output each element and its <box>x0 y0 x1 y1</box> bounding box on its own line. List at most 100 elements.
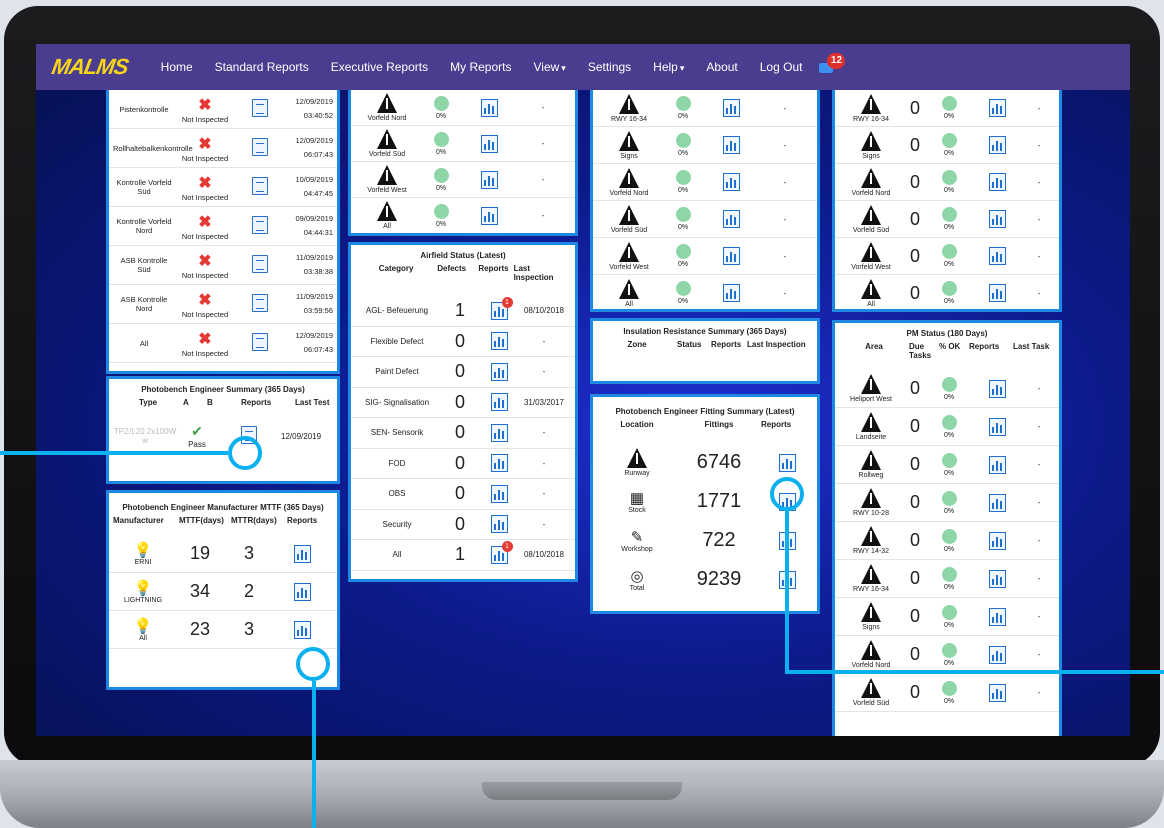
report-chart-icon[interactable] <box>778 453 796 472</box>
report-chart-icon[interactable] <box>988 455 1006 474</box>
inspection-row[interactable]: ASB Kontrolle Süd ✖ Not Inspected 11/09/201… <box>109 246 337 285</box>
inspection-row[interactable]: Rollhaltebalkenkontrolle ✖ Not Inspected 12… <box>109 129 337 168</box>
nav-executive-reports[interactable]: Executive Reports <box>331 60 428 74</box>
area-row[interactable]: RWY 10-28 0 0% - <box>835 484 1059 522</box>
inspection-row[interactable]: ASB Kontrolle Nord ✖ Not Inspected 11/09/20… <box>109 285 337 324</box>
report-chart-icon[interactable] <box>293 620 311 639</box>
area-row[interactable]: Vorfeld West 0% - <box>351 162 575 198</box>
area-report-button[interactable] <box>971 379 1023 398</box>
airfield-row[interactable]: OBS 0 - <box>351 479 575 510</box>
area-row[interactable]: Signs 0 0% - <box>835 598 1059 636</box>
area-report-button[interactable] <box>971 247 1023 265</box>
area-report-button[interactable] <box>971 455 1023 474</box>
nav-help[interactable]: Help ▾ <box>653 60 684 74</box>
airfield-row[interactable]: SEN- Sensorik 0 - <box>351 418 575 449</box>
airfield-report-button[interactable] <box>481 515 517 534</box>
report-chart-icon[interactable] <box>480 98 498 117</box>
airfield-row[interactable]: SIG- Signalisation 0 31/03/2017 <box>351 388 575 418</box>
area-report-button[interactable] <box>971 645 1023 664</box>
report-chart-icon[interactable] <box>722 210 740 228</box>
nav-home[interactable]: Home <box>161 60 193 74</box>
airfield-row[interactable]: All 1 1 08/10/2018 <box>351 540 575 571</box>
area-row[interactable]: RWY 14-32 0 0% - <box>835 522 1059 560</box>
area-report-button[interactable] <box>463 206 515 225</box>
fitting-row[interactable]: Runway 6746 <box>593 443 817 482</box>
area-report-button[interactable] <box>971 99 1023 117</box>
area-row[interactable]: All 0% - <box>593 275 817 309</box>
area-report-button[interactable] <box>971 569 1023 588</box>
area-report-button[interactable] <box>705 210 757 228</box>
airfield-row[interactable]: Flexible Defect 0 - <box>351 327 575 357</box>
inspection-row[interactable]: Kontrolle Vorfeld Süd ✖ Not Inspected 10/09… <box>109 168 337 207</box>
report-chart-icon[interactable] <box>490 332 508 351</box>
inspection-report-button[interactable] <box>235 216 285 236</box>
report-chart-icon[interactable] <box>490 393 508 412</box>
area-report-button[interactable] <box>463 134 515 153</box>
area-report-button[interactable] <box>971 210 1023 228</box>
fitting-row[interactable]: ◎ Total 9239 <box>593 560 817 599</box>
mttf-row[interactable]: 💡 LIGHTNING 34 2 <box>109 573 337 611</box>
area-report-button[interactable] <box>971 607 1023 626</box>
report-chart-icon[interactable] <box>722 173 740 191</box>
airfield-report-button[interactable]: 1 <box>481 540 517 564</box>
area-row[interactable]: Signs 0% - <box>593 127 817 164</box>
inspection-report-button[interactable] <box>235 294 285 314</box>
report-chart-icon[interactable] <box>988 531 1006 550</box>
fitting-row[interactable]: ✎ Workshop 722 <box>593 521 817 560</box>
report-chart-icon[interactable] <box>988 136 1006 154</box>
report-chart-icon[interactable] <box>988 247 1006 265</box>
airfield-report-button[interactable] <box>481 423 517 442</box>
area-report-button[interactable] <box>971 136 1023 154</box>
area-row[interactable]: Vorfeld Nord 0 0% - <box>835 636 1059 674</box>
report-chart-icon[interactable] <box>480 206 498 225</box>
area-row[interactable]: Vorfeld Süd 0% - <box>351 126 575 162</box>
report-chart-icon[interactable] <box>490 484 508 503</box>
report-chart-icon[interactable] <box>988 607 1006 626</box>
report-chart-icon[interactable] <box>988 99 1006 117</box>
inspection-report-button[interactable] <box>235 333 285 353</box>
inspection-row[interactable]: Kontrolle Vorfeld Nord ✖ Not Inspected 09/0… <box>109 207 337 246</box>
report-chart-icon[interactable]: 1 <box>490 296 513 320</box>
report-chart-icon[interactable]: 1 <box>490 540 513 564</box>
area-report-button[interactable] <box>971 493 1023 512</box>
airfield-row[interactable]: AGL- Befeuerung 1 1 08/10/2018 <box>351 296 575 327</box>
report-chart-icon[interactable] <box>988 417 1006 436</box>
airfield-report-button[interactable] <box>481 454 517 473</box>
mttf-report-button[interactable] <box>271 544 333 563</box>
area-row[interactable]: Rollweg 0 0% - <box>835 446 1059 484</box>
area-row[interactable]: Landseite 0 0% - <box>835 408 1059 446</box>
report-chart-icon[interactable] <box>293 582 311 601</box>
mttf-row[interactable]: 💡 ERNI 19 3 <box>109 535 337 573</box>
airfield-row[interactable]: Security 0 - <box>351 510 575 540</box>
area-row[interactable]: Vorfeld Süd 0% - <box>593 201 817 238</box>
report-chart-icon[interactable] <box>722 99 740 117</box>
inspection-row[interactable]: Pistenkontrolle ✖ Not Inspected 12/09/2019 0… <box>109 90 337 129</box>
area-report-button[interactable] <box>463 98 515 117</box>
fitting-report-button[interactable] <box>761 453 813 472</box>
area-report-button[interactable] <box>971 683 1023 702</box>
area-report-button[interactable] <box>705 99 757 117</box>
area-report-button[interactable] <box>971 417 1023 436</box>
airfield-row[interactable]: FOD 0 - <box>351 449 575 479</box>
nav-about[interactable]: About <box>706 60 737 74</box>
area-report-button[interactable] <box>705 173 757 191</box>
area-row[interactable]: Signs 0 0% - <box>835 127 1059 164</box>
airfield-report-button[interactable] <box>481 332 517 351</box>
area-report-button[interactable] <box>705 136 757 154</box>
report-chart-icon[interactable] <box>988 173 1006 191</box>
area-row[interactable]: Vorfeld Süd 0 0% - <box>835 201 1059 238</box>
area-report-button[interactable] <box>971 173 1023 191</box>
mttf-report-button[interactable] <box>271 582 333 601</box>
inspection-row[interactable]: All ✖ Not Inspected 12/09/2019 06:07:43 <box>109 324 337 363</box>
airfield-report-button[interactable] <box>481 484 517 503</box>
report-chart-icon[interactable] <box>988 210 1006 228</box>
area-row[interactable]: Vorfeld West 0% - <box>593 238 817 275</box>
area-row[interactable]: Vorfeld Süd 0 0% - <box>835 674 1059 712</box>
malms-logo[interactable]: MALMS <box>50 54 130 80</box>
area-report-button[interactable] <box>463 170 515 189</box>
area-report-button[interactable] <box>705 284 757 302</box>
area-row[interactable]: Vorfeld West 0 0% - <box>835 238 1059 275</box>
airfield-report-button[interactable] <box>481 362 517 381</box>
inspection-report-button[interactable] <box>235 138 285 158</box>
mttf-row[interactable]: 💡 All 23 3 <box>109 611 337 649</box>
